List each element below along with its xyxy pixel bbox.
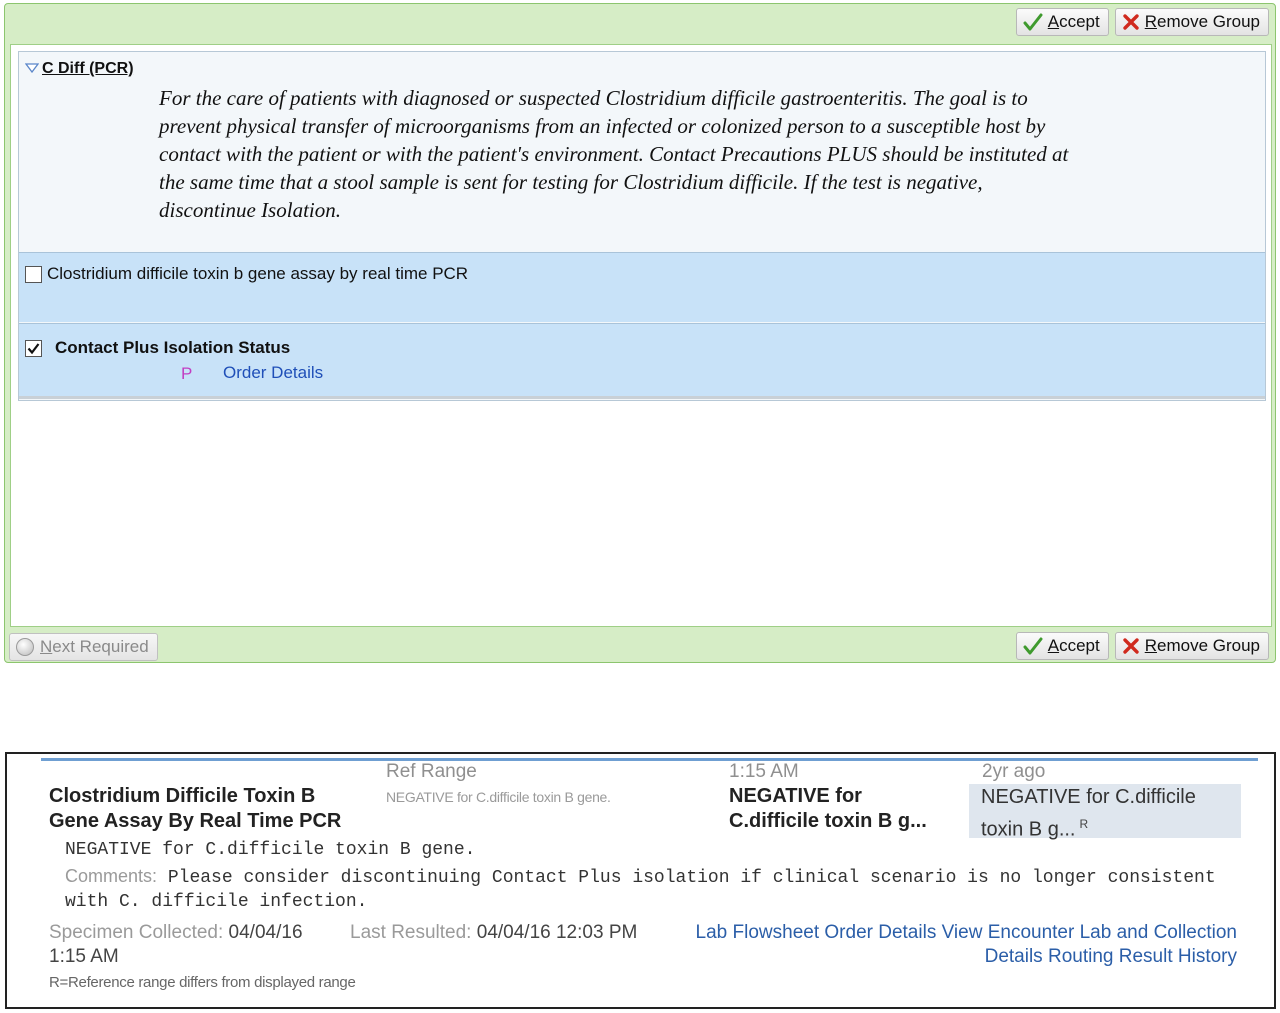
next-required-button[interactable]: Next Required <box>9 633 158 661</box>
order-row-toxin-assay: Clostridium difficile toxin b gene assay… <box>19 252 1265 322</box>
result-comments: Comments: Please consider discontinuing … <box>65 864 1255 914</box>
specimen-label: Specimen Collected: <box>49 922 224 943</box>
order-label: Contact Plus Isolation Status <box>55 338 291 357</box>
order-details-link[interactable]: Order Details <box>223 363 323 383</box>
order-group-content: C Diff (PCR) For the care of patients wi… <box>10 44 1272 627</box>
result-time-header: 1:15 AM <box>729 761 799 782</box>
order-row-contact-plus: Contact Plus Isolation Status P Order De… <box>19 323 1265 399</box>
specimen-collected: Specimen Collected: 04/04/16 1:15 AM <box>49 921 339 969</box>
accept-label: Accept <box>1047 12 1100 31</box>
result-links: Lab Flowsheet Order Details View Encount… <box>653 921 1237 969</box>
previous-result-value: NEGATIVE for C.difficile toxin B g... <box>981 786 1196 841</box>
care-set-group: C Diff (PCR) For the care of patients wi… <box>18 51 1266 401</box>
order-group-panel: Accept Remove Group C Diff (PCR) For the… <box>4 3 1276 663</box>
group-description: For the care of patients with diagnosed … <box>159 86 1069 222</box>
bottom-toolbar: Accept Remove Group <box>1015 632 1269 660</box>
order-label: Clostridium difficile toxin b gene assay… <box>47 264 469 283</box>
lab-result-panel: Clostridium Difficile Toxin B Gene Assay… <box>5 752 1276 1009</box>
previous-result[interactable]: NEGATIVE for C.difficile toxin B g... R <box>981 784 1231 844</box>
remove-group-button[interactable]: Remove Group <box>1114 8 1269 36</box>
priority-badge: P <box>181 364 193 383</box>
close-x-icon <box>1122 13 1140 31</box>
test-name: Clostridium Difficile Toxin B Gene Assay… <box>49 785 342 832</box>
header-rule <box>41 758 1258 761</box>
checkmark-icon <box>1023 13 1043 31</box>
view-encounter-link[interactable]: View Encounter <box>942 922 1075 943</box>
lab-flowsheet-link[interactable]: Lab Flowsheet <box>696 922 820 943</box>
info-circle-icon <box>16 638 34 656</box>
previous-result-header: 2yr ago <box>982 761 1046 782</box>
last-resulted: Last Resulted: 04/04/16 12:03 PM <box>350 921 640 945</box>
reference-flag: R <box>1079 817 1089 831</box>
last-resulted-value: 04/04/16 12:03 PM <box>476 922 638 943</box>
contact-plus-checkbox[interactable] <box>25 340 42 357</box>
next-required-label: Next Required <box>40 637 149 656</box>
checkmark-icon <box>1023 637 1043 655</box>
result-value: NEGATIVE for C.difficile toxin B g... <box>729 785 927 832</box>
accept-button-bottom[interactable]: Accept <box>1015 632 1109 660</box>
order-details-link[interactable]: Order Details <box>824 922 936 943</box>
remove-group-label: Remove Group <box>1144 12 1260 31</box>
result-history-link[interactable]: Result History <box>1119 946 1237 967</box>
reference-footnote: R=Reference range differs from displayed… <box>49 974 356 991</box>
comments-label: Comments: <box>65 866 158 886</box>
routing-link[interactable]: Routing <box>1048 946 1114 967</box>
comments-text: Please consider discontinuing Contact Pl… <box>65 868 1216 912</box>
remove-group-label: Remove Group <box>1144 636 1260 655</box>
last-resulted-label: Last Resulted: <box>350 922 472 943</box>
close-x-icon <box>1122 637 1140 655</box>
result-text: NEGATIVE for C.difficile toxin B gene. <box>65 840 476 860</box>
group-header[interactable]: C Diff (PCR) <box>24 60 134 78</box>
top-toolbar: Accept Remove Group <box>1015 8 1269 36</box>
group-title: C Diff (PCR) <box>42 60 134 77</box>
ref-range-header: Ref Range <box>386 761 477 782</box>
accept-button[interactable]: Accept <box>1015 8 1109 36</box>
remove-group-button-bottom[interactable]: Remove Group <box>1114 632 1269 660</box>
accept-label: Accept <box>1047 636 1100 655</box>
toxin-assay-checkbox[interactable] <box>25 266 42 283</box>
collapse-triangle-icon[interactable] <box>24 60 40 78</box>
ref-range-value: NEGATIVE for C.difficile toxin B gene. <box>386 789 611 805</box>
